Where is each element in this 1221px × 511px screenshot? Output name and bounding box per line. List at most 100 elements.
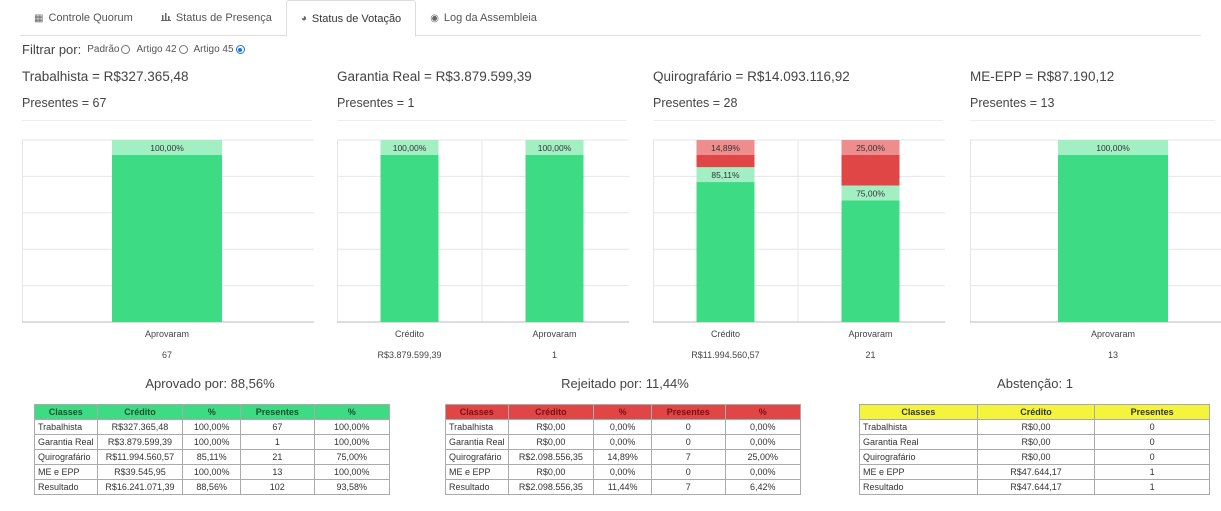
table-cell: R$2.098.556,35: [507, 449, 595, 465]
x-tick-label: Crédito: [395, 329, 424, 339]
tab-log-assembleia[interactable]: ◉ Log da Assembleia: [416, 0, 551, 36]
table-cell: R$47.644,17: [976, 464, 1096, 480]
table-row: ME e EPP R$39.545,95 100,00% 13 100,00%: [34, 464, 391, 480]
divider: [653, 120, 943, 121]
tab-label: Log da Assembleia: [443, 12, 537, 24]
radio-padrao[interactable]: [121, 45, 131, 54]
table-cell: 93,58%: [313, 479, 391, 495]
table-cell: R$0,00: [976, 434, 1096, 450]
table-cell: 0,00%: [724, 419, 802, 435]
table-cell: 0,00%: [593, 434, 652, 450]
x-tick-label: Crédito: [711, 329, 740, 339]
table-cell: 100,00%: [313, 419, 391, 435]
class-total: Garantia Real = R$3.879.599,39: [337, 69, 532, 84]
table-cell: 100,00%: [313, 464, 391, 480]
tab-status-votacao[interactable]: ◕ Status de Votação: [285, 0, 417, 37]
table-cell: R$11.994.560,57: [96, 449, 184, 465]
table-cell: 0,00%: [724, 464, 802, 480]
table-row: ME e EPP R$0,00 0,00% 0 0,00%: [445, 464, 802, 480]
filter-option-label: Artigo 42: [136, 44, 177, 55]
radio-artigo-42[interactable]: [178, 45, 188, 54]
table-cell: Resultado: [34, 479, 98, 495]
filter-option-padrao[interactable]: Padrão: [87, 44, 131, 55]
table-cell: 100,00%: [182, 419, 242, 435]
filter-label: Filtrar por:: [22, 42, 82, 57]
table-row: Resultado R$2.098.556,35 11,44% 7 6,42%: [445, 479, 802, 495]
table-cell: Garantia Real: [445, 434, 509, 450]
table-row: Trabalhista R$0,00 0: [859, 419, 1210, 435]
table-row: ME e EPP R$47.644,17 1: [859, 464, 1210, 480]
eye-icon: ◉: [430, 12, 439, 24]
table-cell: 0: [1094, 434, 1210, 450]
tab-status-presenca[interactable]: Status de Presença: [147, 0, 286, 36]
table-cell: 1: [240, 434, 315, 450]
class-presentes: Presentes = 67: [22, 96, 107, 110]
class-total: Quirografário = R$14.093.116,92: [653, 69, 850, 84]
x-tick-label: Aprovaram: [532, 329, 576, 339]
bar-value-label: 100,00%: [538, 143, 572, 153]
filter-option-label: Padrão: [87, 44, 120, 55]
table-cell: Garantia Real: [859, 434, 978, 450]
table-cell: R$0,00: [507, 419, 595, 435]
col-header: Classes: [34, 404, 98, 420]
table-row: Quirografário R$11.994.560,57 85,11% 21 75,0…: [34, 449, 391, 465]
bar: [380, 140, 439, 322]
table-cell: R$16.241.071,39: [96, 479, 184, 495]
table-cell: 0,00%: [593, 419, 652, 435]
class-header-quirografario: Quirografário = R$14.093.116,92 Presente…: [653, 69, 850, 110]
table-cell: Quirografário: [445, 449, 509, 465]
bar-value-label: 85,11%: [711, 170, 740, 180]
col-header: %: [182, 404, 242, 420]
filter-option-artigo-42[interactable]: Artigo 42: [136, 44, 188, 55]
table-cell: 0: [650, 419, 726, 435]
table-cell: 7: [650, 449, 726, 465]
table-cell: 102: [240, 479, 315, 495]
table-row: Trabalhista R$327.365,48 100,00% 67 100,00%: [34, 419, 391, 435]
col-header: Classes: [859, 404, 978, 420]
bar: [1058, 140, 1168, 322]
table-cell: 13: [240, 464, 315, 480]
class-total: ME-EPP = R$87.190,12: [970, 69, 1115, 84]
table-row: Garantia Real R$3.879.599,39 100,00% 1 100,0…: [34, 434, 391, 450]
chart-me-epp: 100,00% Aprovaram 13: [970, 139, 1221, 360]
x-tick-label: Aprovaram: [1091, 329, 1135, 339]
filter-option-artigo-45[interactable]: Artigo 45: [194, 44, 245, 55]
below-value-label: 21: [865, 350, 875, 360]
table-cell: R$39.545,95: [96, 464, 184, 480]
table-cell: 6,42%: [724, 479, 802, 495]
table-cell: Trabalhista: [34, 419, 98, 435]
table-cell: Trabalhista: [445, 419, 509, 435]
table-cell: Resultado: [859, 479, 978, 495]
table-row: Quirografário R$2.098.556,35 14,89% 7 25,00%: [445, 449, 802, 465]
table-cell: Garantia Real: [34, 434, 98, 450]
divider: [970, 120, 1215, 121]
col-header: Presentes: [240, 404, 315, 420]
filter-option-label: Artigo 45: [193, 44, 234, 55]
bar-chart-icon: [160, 12, 171, 24]
table-cell: 0: [650, 464, 726, 480]
radio-artigo-45[interactable]: [235, 45, 245, 54]
col-header: Presentes: [650, 404, 726, 420]
filter-bar: Filtrar por: Padrão Artigo 42 Artigo 45: [22, 42, 245, 57]
col-header: Classes: [445, 404, 509, 420]
below-value-label: 1: [552, 350, 557, 360]
table-row: Trabalhista R$0,00 0,00% 0 0,00%: [445, 419, 802, 435]
table-cell: ME e EPP: [34, 464, 98, 480]
bar-value-label: 100,00%: [150, 143, 184, 153]
table-cell: 14,89%: [593, 449, 652, 465]
chart-garantia-real: 100,00% Crédito R$3.879.599,39 100,00% Aprov…: [337, 139, 629, 360]
aprovado-table: Classes Crédito % Presentes % Trabalhist…: [34, 404, 391, 495]
tab-bar: ▦ Controle Quorum Status de Presença ◕ S…: [20, 0, 1201, 37]
rejeitado-title: Rejeitado por: 11,44%: [561, 376, 689, 391]
col-header: %: [724, 404, 802, 420]
bar-value-label: 100,00%: [1096, 143, 1130, 153]
aprovado-title: Aprovado por: 88,56%: [145, 376, 275, 391]
bar-value-label: 100,00%: [393, 143, 427, 153]
below-value-label: 67: [162, 350, 172, 360]
divider: [337, 120, 627, 121]
bar-value-label: 25,00%: [856, 143, 885, 153]
table-cell: 21: [240, 449, 315, 465]
divider: [22, 120, 312, 121]
tab-controle-quorum[interactable]: ▦ Controle Quorum: [20, 0, 147, 36]
table-cell: 100,00%: [313, 434, 391, 450]
